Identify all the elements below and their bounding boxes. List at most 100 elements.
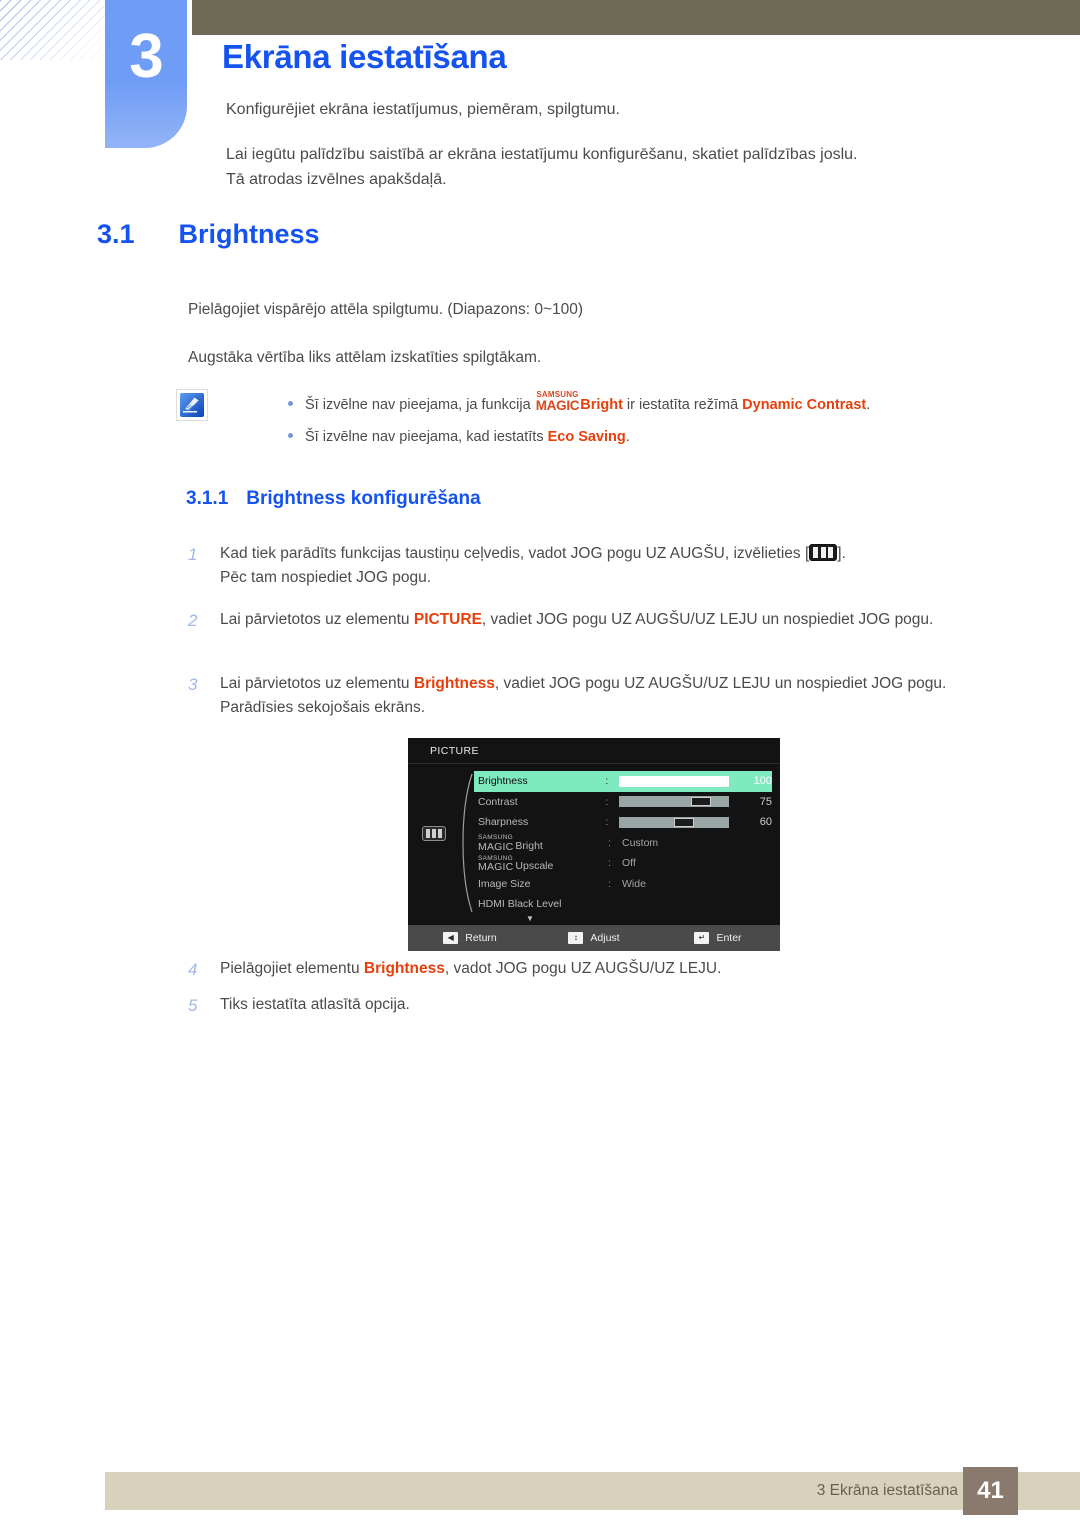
step-text: Lai pārvietotos uz elementu Brightness, … [220,672,978,720]
osd-row-magicbright[interactable]: SAMSUNG MAGIC Bright : Custom [474,833,772,854]
subsection-title: Brightness konfigurēšana [246,488,481,509]
osd-slider-sharpness[interactable] [619,816,729,828]
note-item: Šī izvēlne nav pieejama, kad iestatīts E… [226,426,870,448]
step-number: 2 [188,611,198,630]
left-arrow-icon: ◀ [443,932,459,944]
picture-mode-icon [809,544,838,561]
osd-value: 100 [753,775,772,788]
osd-row-sharpness[interactable]: Sharpness : 60 [474,812,772,833]
decorative-hatch-pattern [0,0,120,60]
step-number: 4 [188,960,198,979]
osd-label: Contrast [478,795,518,808]
section-heading: 3.1 Brightness [97,219,320,250]
osd-slider-contrast[interactable] [619,796,729,808]
osd-footer-adjust[interactable]: ↕ Adjust [532,932,656,944]
osd-label: Brightness [478,775,528,788]
step-text: Kad tiek parādīts funkcijas taustiņu ceļ… [220,542,978,590]
step-number: 1 [188,545,198,564]
step-text: Pielāgojiet elementu Brightness, vadot J… [220,957,978,983]
note-item: Šī izvēlne nav pieejama, ja funkcija SAM… [226,390,870,416]
step-text: Tiks iestatīta atlasītā opcija. [220,996,410,1013]
note-1-suffix: . [866,397,871,413]
osd-row-brightness[interactable]: Brightness : 100 [474,771,772,792]
note-1-logo-suffix: Bright [580,397,623,413]
step-4-highlight: Brightness [363,960,445,977]
note-2-highlight: Eco Saving [547,429,626,446]
note-block: Šī izvēlne nav pieejama, ja funkcija SAM… [176,388,976,449]
note-pencil-icon [176,389,208,421]
note-1-prefix: Šī izvēlne nav pieejama, ja funkcija [305,397,535,413]
step-2-after: , vadiet JOG pogu UZ AUGŠU/UZ LEJU un no… [481,611,934,628]
step-number: 3 [188,675,198,694]
footer-chapter-label: 3 Ekrāna iestatīšana [816,1482,958,1499]
step-item: 2 Lai pārvietotos uz elementu PICTURE, v… [188,608,978,634]
osd-colon: : [605,795,609,808]
logo-magic-text: MAGIC [478,861,514,873]
osd-body: Brightness : 100 Contrast : 75 Sharpness… [408,764,780,923]
header-olive-bar [192,0,1080,35]
osd-row-image-size[interactable]: Image Size : Wide [474,874,772,895]
step-item: 1 Kad tiek parādīts funkcijas taustiņu c… [188,542,978,590]
chapter-intro: Konfigurējiet ekrāna iestatījumus, piemē… [226,98,986,192]
osd-value: 60 [759,816,772,829]
step-item: 4 Pielāgojiet elementu Brightness, vadot… [188,957,978,983]
intro-line-2: Lai iegūtu palīdzību saistībā ar ekrāna … [226,146,858,164]
section-title: Brightness [178,219,320,249]
chapter-number-badge: 3 [105,0,187,148]
samsung-magic-logo: SAMSUNG MAGIC [478,855,514,873]
osd-value: Wide [622,877,646,890]
osd-footer-enter[interactable]: ↵ Enter [656,932,780,944]
osd-value: Off [622,857,636,870]
step-item: 5 Tiks iestatīta atlasītā opcija. [188,993,978,1019]
osd-colon: : [605,816,609,829]
intro-line-3: Tā atrodas izvēlnes apakšdaļā. [226,171,447,189]
osd-label: SAMSUNG MAGIC Bright [478,834,608,853]
osd-value: Custom [622,836,659,849]
step-1-before: Kad tiek parādīts funkcijas taustiņu ceļ… [220,545,810,562]
step-1-line2: Pēc tam nospiediet JOG pogu. [220,569,432,587]
logo-magic-text: MAGIC [535,398,580,413]
osd-label: HDMI Black Level [478,898,562,911]
osd-footer-help-bar: ◀ Return ↕ Adjust ↵ Enter [408,925,780,951]
osd-title: PICTURE [408,738,780,764]
osd-colon: : [608,836,611,849]
scroll-down-icon[interactable]: ▼ [474,914,780,923]
picture-mode-icon [422,826,446,841]
osd-row-contrast[interactable]: Contrast : 75 [474,792,772,813]
osd-colon: : [608,857,611,870]
osd-footer-label: Adjust [590,932,620,944]
osd-row-hdmi-black-level[interactable]: HDMI Black Level [474,894,772,915]
step-4-before: Pielāgojiet elementu [220,960,364,977]
paragraph-range: Pielāgojiet vispārējo attēla spilgtumu. … [188,301,584,318]
osd-value: 75 [759,795,772,808]
note-item-text: Šī izvēlne nav pieejama, kad iestatīts E… [305,426,630,448]
step-2-before: Lai pārvietotos uz elementu [220,611,414,628]
step-number: 5 [188,996,198,1015]
step-3-highlight: Brightness [413,675,495,692]
osd-footer-return[interactable]: ◀ Return [408,932,532,944]
intro-line-1: Konfigurējiet ekrāna iestatījumus, piemē… [226,101,620,118]
osd-slider-brightness[interactable] [619,775,729,787]
osd-label-suffix: Upscale [515,860,554,872]
osd-row-magicupscale[interactable]: SAMSUNG MAGIC Upscale : Off [474,853,772,874]
step-text: Lai pārvietotos uz elementu PICTURE, vad… [220,608,978,634]
note-2-suffix: . [625,429,630,446]
page-footer-bar: 3 Ekrāna iestatīšana 41 [105,1467,1080,1515]
note-1-highlight: Dynamic Contrast [742,397,867,413]
bullet-icon [288,401,293,406]
section-number: 3.1 [97,219,135,249]
step-2-highlight: PICTURE [413,611,482,628]
step-3-before: Lai pārvietotos uz elementu [220,675,414,692]
note-2-prefix: Šī izvēlne nav pieejama, kad iestatīts [305,429,548,446]
osd-colon: : [608,877,611,890]
osd-label: Sharpness [478,816,529,829]
osd-menu-list: Brightness : 100 Contrast : 75 Sharpness… [474,771,772,915]
logo-magic-text: MAGIC [478,840,514,853]
step-4-after: , vadot JOG pogu UZ AUGŠU/UZ LEJU. [444,960,722,977]
note-1-middle: ir iestatīta režīmā [622,397,743,413]
osd-arc-decoration [462,773,473,913]
enter-arrow-icon: ↵ [694,932,710,944]
osd-screenshot: PICTURE Brightness : 100 Contrast : 75 S… [408,738,780,951]
osd-footer-label: Enter [716,932,742,944]
samsung-magic-logo: SAMSUNG MAGIC [536,391,580,413]
